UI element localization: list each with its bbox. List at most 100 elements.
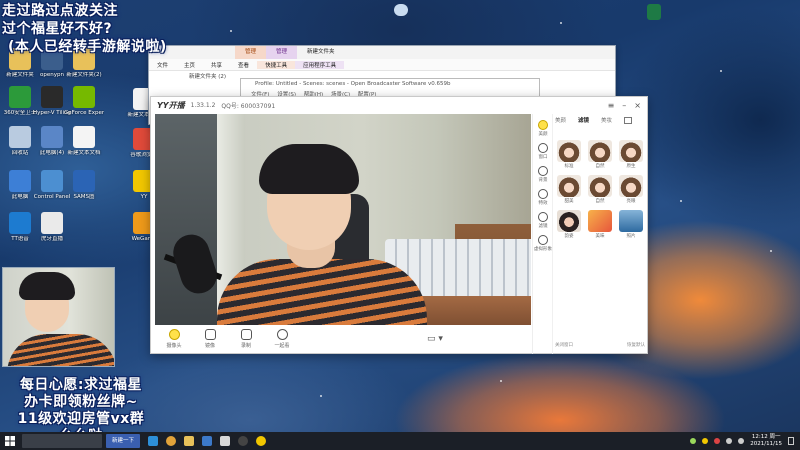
mirror-button[interactable]: 镜像 [193,329,227,349]
desktop-icon[interactable]: SAMS图 [64,170,104,200]
effects-icon [538,189,548,199]
clock-time: 12:12 周一 [751,434,781,440]
start-button[interactable] [0,432,20,450]
yy-titlebar: YY开播 1.33.1.2 QQ号: 600037091 ≡ – × [151,97,647,113]
side-background[interactable]: 背景 [533,166,553,183]
side-filter-label: 滤镜 [538,224,548,229]
chrome-icon[interactable] [166,436,177,446]
compare-icon[interactable] [624,116,633,124]
edge-icon[interactable] [148,436,159,446]
filter-item[interactable]: 标准 [557,140,581,169]
side-filter[interactable]: 滤镜 [533,212,553,229]
filter-label: 自然 [595,164,605,169]
star [680,200,682,202]
filter-thumbnail [619,140,643,162]
tab-manage-1[interactable]: 管理 [235,46,267,59]
recycle-icon [9,126,31,148]
filter-item[interactable]: 自然 [588,140,612,169]
file-explorer-icon[interactable] [184,436,195,446]
tray-icon[interactable] [714,438,721,444]
shield-icon [9,86,31,108]
beauty-icon [538,120,548,130]
notification-icon[interactable] [788,437,794,445]
filter-item[interactable]: 甜美 [557,175,581,204]
tab-beauty[interactable]: 美颜 [555,116,566,124]
webcam-person-hair [19,272,75,300]
video-camera-icon[interactable]: ▭ ▾ [427,334,443,344]
network-icon[interactable] [726,438,733,444]
tab-manage-2[interactable]: 管理 [266,46,298,59]
yy-broadcast-window[interactable]: YY开播 1.33.1.2 QQ号: 600037091 ≡ – × 摄像头 镜… [150,96,648,354]
filter-label: 照片 [626,234,636,239]
menu-icon[interactable]: ≡ [608,101,615,110]
filter-item[interactable]: 照片 [619,210,643,239]
tray-icon[interactable] [702,438,709,444]
taskbar-search[interactable] [22,434,102,448]
overlay-bottom-line: 办卡即领粉丝牌~ [24,394,138,410]
star [230,30,232,32]
mirror-label: 镜像 [204,343,215,349]
video-door [155,114,217,325]
ribbon-app-tools[interactable]: 应用程序工具 [295,60,345,69]
desktop-icon[interactable]: 虎牙直播 [32,212,72,242]
desktop-icon-label: SAMS图 [73,194,95,200]
filter-item[interactable]: 亮眼 [619,175,643,204]
obs-icon[interactable] [238,436,249,446]
overlay-top-text: 走过路过点波关注 过个福星好不好? (本人已经转手游解说啦) [2,2,167,56]
watch-together-label: 一起看 [274,343,290,349]
mirror-icon [204,329,216,340]
desktop-icon[interactable]: GeForce Experience [64,86,104,116]
overlay-bottom-line: 每日心愿:求过福星 [19,377,143,393]
side-beauty[interactable]: 美颜 [533,120,553,137]
excel-icon [647,4,661,20]
app-icon [41,86,63,108]
overlay-top-line: 走过路过点波关注 [2,3,118,19]
side-avatar[interactable]: 虚拟形象 [533,235,553,252]
ribbon-shortcut-tools[interactable]: 快捷工具 [257,60,296,69]
star [500,380,502,382]
filter-icon [538,212,548,222]
windows-icon [5,436,15,446]
ribbon-share[interactable]: 共享 [203,61,230,69]
panel-sidebar: 美颜 窗口 背景 特效 滤镜 虚拟形象 [533,114,553,354]
desktop-icon-doc[interactable] [634,4,674,22]
close-icon[interactable]: × [634,101,641,110]
tab-filter[interactable]: 滤镜 [578,116,589,124]
volume-icon[interactable] [738,438,745,444]
taskbar-active-task[interactable]: 新建一下 [106,434,141,448]
filter-item[interactable]: 美味 [588,210,612,239]
side-effects[interactable]: 特效 [533,189,553,206]
taskbar-clock[interactable]: 12:12 周一 2021/11/15 [750,434,782,448]
overlay-top-line: (本人已经转手游解说啦) [8,39,167,55]
yy-icon[interactable] [256,436,267,446]
tray-icon[interactable] [690,438,697,444]
star [560,22,562,24]
ribbon-view[interactable]: 查看 [230,61,257,69]
record-label: 录制 [240,343,251,349]
watch-together-icon [276,329,288,340]
panel-footer: 关闭窗口 恢复默认 [555,342,645,348]
ribbon-home[interactable]: 主页 [176,61,203,69]
watch-together-button[interactable]: 一起看 [265,329,299,349]
reset-default-link[interactable]: 恢复默认 [627,342,645,348]
voice-icon [9,212,31,234]
ribbon-file[interactable]: 文件 [149,61,176,69]
side-window[interactable]: 窗口 [533,143,553,160]
record-button[interactable]: 录制 [229,329,263,349]
mascot-icon[interactable] [394,4,408,16]
filter-item[interactable]: 自然 [588,175,612,204]
layers-icon [538,143,548,153]
video-preview [155,114,531,325]
window-controls: ≡ – × [608,101,647,110]
desktop-icon[interactable]: 新建文本文档 [64,126,104,156]
filter-grid: 标准 自然 原生 甜美 自然 亮眼 韵姿 美味 照片 [557,140,643,239]
filter-item[interactable]: 韵姿 [557,210,581,239]
app-icon[interactable] [220,436,231,446]
filter-item[interactable]: 原生 [619,140,643,169]
desktop-icon-label: GeForce Experience [64,110,104,116]
camera-button[interactable]: 摄像头 [157,329,191,349]
store-icon[interactable] [202,436,213,446]
close-window-link[interactable]: 关闭窗口 [555,342,573,348]
tab-makeup[interactable]: 美妆 [601,116,612,124]
minimize-icon[interactable]: – [622,101,626,110]
